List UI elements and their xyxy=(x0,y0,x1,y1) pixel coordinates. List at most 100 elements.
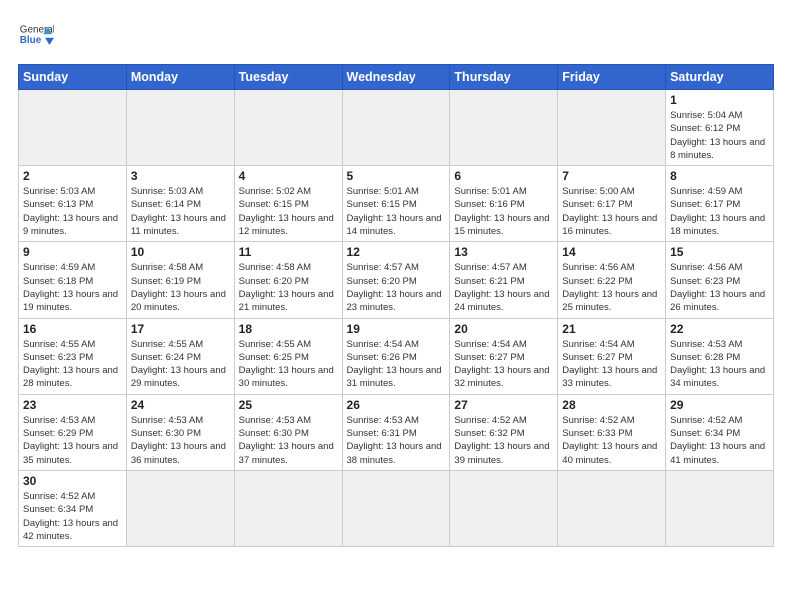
day-info: Sunrise: 5:03 AM Sunset: 6:13 PM Dayligh… xyxy=(23,185,122,238)
day-info: Sunrise: 4:53 AM Sunset: 6:29 PM Dayligh… xyxy=(23,414,122,467)
day-info: Sunrise: 4:59 AM Sunset: 6:17 PM Dayligh… xyxy=(670,185,769,238)
weekday-header-row: SundayMondayTuesdayWednesdayThursdayFrid… xyxy=(19,65,774,90)
day-number: 28 xyxy=(562,398,661,412)
generalblue-logo-icon: General Blue xyxy=(18,18,54,54)
calendar-cell: 19 Sunrise: 4:54 AM Sunset: 6:26 PM Dayli… xyxy=(342,318,450,394)
day-number: 17 xyxy=(131,322,230,336)
calendar-cell: 3 Sunrise: 5:03 AM Sunset: 6:14 PM Daylig… xyxy=(126,166,234,242)
day-number: 16 xyxy=(23,322,122,336)
day-number: 9 xyxy=(23,245,122,259)
day-number: 12 xyxy=(347,245,446,259)
day-info: Sunrise: 4:58 AM Sunset: 6:19 PM Dayligh… xyxy=(131,261,230,314)
calendar-week-row: 1 Sunrise: 5:04 AM Sunset: 6:12 PM Daylig… xyxy=(19,90,774,166)
calendar-cell: 10 Sunrise: 4:58 AM Sunset: 6:19 PM Dayli… xyxy=(126,242,234,318)
calendar-cell: 29 Sunrise: 4:52 AM Sunset: 6:34 PM Dayli… xyxy=(666,394,774,470)
calendar-cell xyxy=(558,470,666,546)
day-info: Sunrise: 4:53 AM Sunset: 6:31 PM Dayligh… xyxy=(347,414,446,467)
day-info: Sunrise: 4:58 AM Sunset: 6:20 PM Dayligh… xyxy=(239,261,338,314)
weekday-header-saturday: Saturday xyxy=(666,65,774,90)
calendar-table: SundayMondayTuesdayWednesdayThursdayFrid… xyxy=(18,64,774,547)
weekday-header-tuesday: Tuesday xyxy=(234,65,342,90)
calendar-week-row: 16 Sunrise: 4:55 AM Sunset: 6:23 PM Dayli… xyxy=(19,318,774,394)
calendar-cell: 4 Sunrise: 5:02 AM Sunset: 6:15 PM Daylig… xyxy=(234,166,342,242)
calendar-week-row: 2 Sunrise: 5:03 AM Sunset: 6:13 PM Daylig… xyxy=(19,166,774,242)
calendar-cell xyxy=(234,90,342,166)
day-number: 11 xyxy=(239,245,338,259)
calendar-cell xyxy=(558,90,666,166)
day-info: Sunrise: 5:02 AM Sunset: 6:15 PM Dayligh… xyxy=(239,185,338,238)
day-number: 25 xyxy=(239,398,338,412)
calendar-cell: 11 Sunrise: 4:58 AM Sunset: 6:20 PM Dayli… xyxy=(234,242,342,318)
day-info: Sunrise: 4:54 AM Sunset: 6:26 PM Dayligh… xyxy=(347,338,446,391)
day-number: 2 xyxy=(23,169,122,183)
calendar-cell xyxy=(126,470,234,546)
weekday-header-wednesday: Wednesday xyxy=(342,65,450,90)
weekday-header-monday: Monday xyxy=(126,65,234,90)
calendar-cell xyxy=(342,470,450,546)
day-info: Sunrise: 4:57 AM Sunset: 6:20 PM Dayligh… xyxy=(347,261,446,314)
day-info: Sunrise: 4:52 AM Sunset: 6:34 PM Dayligh… xyxy=(670,414,769,467)
calendar-cell xyxy=(19,90,127,166)
day-info: Sunrise: 4:53 AM Sunset: 6:28 PM Dayligh… xyxy=(670,338,769,391)
day-info: Sunrise: 4:55 AM Sunset: 6:23 PM Dayligh… xyxy=(23,338,122,391)
calendar-cell: 6Sunrise: 5:01 AM Sunset: 6:16 PM Daylig… xyxy=(450,166,558,242)
day-number: 27 xyxy=(454,398,553,412)
calendar-cell: 2 Sunrise: 5:03 AM Sunset: 6:13 PM Daylig… xyxy=(19,166,127,242)
calendar-week-row: 23Sunrise: 4:53 AM Sunset: 6:29 PM Dayli… xyxy=(19,394,774,470)
day-info: Sunrise: 4:52 AM Sunset: 6:32 PM Dayligh… xyxy=(454,414,553,467)
weekday-header-thursday: Thursday xyxy=(450,65,558,90)
weekday-header-sunday: Sunday xyxy=(19,65,127,90)
calendar-cell: 7Sunrise: 5:00 AM Sunset: 6:17 PM Daylig… xyxy=(558,166,666,242)
day-number: 6 xyxy=(454,169,553,183)
day-info: Sunrise: 4:55 AM Sunset: 6:25 PM Dayligh… xyxy=(239,338,338,391)
day-number: 1 xyxy=(670,93,769,107)
calendar-cell: 23Sunrise: 4:53 AM Sunset: 6:29 PM Dayli… xyxy=(19,394,127,470)
calendar-week-row: 9 Sunrise: 4:59 AM Sunset: 6:18 PM Daylig… xyxy=(19,242,774,318)
calendar-cell: 28 Sunrise: 4:52 AM Sunset: 6:33 PM Dayli… xyxy=(558,394,666,470)
day-info: Sunrise: 5:01 AM Sunset: 6:15 PM Dayligh… xyxy=(347,185,446,238)
calendar-cell: 12 Sunrise: 4:57 AM Sunset: 6:20 PM Dayli… xyxy=(342,242,450,318)
day-info: Sunrise: 5:04 AM Sunset: 6:12 PM Dayligh… xyxy=(670,109,769,162)
day-number: 7 xyxy=(562,169,661,183)
day-number: 14 xyxy=(562,245,661,259)
day-number: 4 xyxy=(239,169,338,183)
calendar-week-row: 30Sunrise: 4:52 AM Sunset: 6:34 PM Dayli… xyxy=(19,470,774,546)
day-number: 13 xyxy=(454,245,553,259)
day-number: 30 xyxy=(23,474,122,488)
calendar-cell: 17 Sunrise: 4:55 AM Sunset: 6:24 PM Dayli… xyxy=(126,318,234,394)
day-info: Sunrise: 4:54 AM Sunset: 6:27 PM Dayligh… xyxy=(562,338,661,391)
day-number: 29 xyxy=(670,398,769,412)
calendar-cell xyxy=(450,470,558,546)
calendar-cell xyxy=(234,470,342,546)
calendar-cell: 1 Sunrise: 5:04 AM Sunset: 6:12 PM Daylig… xyxy=(666,90,774,166)
day-info: Sunrise: 4:56 AM Sunset: 6:23 PM Dayligh… xyxy=(670,261,769,314)
day-number: 18 xyxy=(239,322,338,336)
day-number: 21 xyxy=(562,322,661,336)
calendar-cell: 9 Sunrise: 4:59 AM Sunset: 6:18 PM Daylig… xyxy=(19,242,127,318)
day-info: Sunrise: 4:53 AM Sunset: 6:30 PM Dayligh… xyxy=(239,414,338,467)
page: General Blue SundayMondayTuesdayWednesda… xyxy=(0,0,792,557)
calendar-cell xyxy=(342,90,450,166)
day-info: Sunrise: 4:59 AM Sunset: 6:18 PM Dayligh… xyxy=(23,261,122,314)
day-number: 8 xyxy=(670,169,769,183)
logo: General Blue xyxy=(18,18,54,54)
day-info: Sunrise: 5:03 AM Sunset: 6:14 PM Dayligh… xyxy=(131,185,230,238)
calendar-cell xyxy=(126,90,234,166)
header: General Blue xyxy=(18,18,774,54)
calendar-cell: 13Sunrise: 4:57 AM Sunset: 6:21 PM Dayli… xyxy=(450,242,558,318)
calendar-cell: 26Sunrise: 4:53 AM Sunset: 6:31 PM Dayli… xyxy=(342,394,450,470)
day-number: 24 xyxy=(131,398,230,412)
calendar-cell: 21 Sunrise: 4:54 AM Sunset: 6:27 PM Dayli… xyxy=(558,318,666,394)
calendar-cell: 22Sunrise: 4:53 AM Sunset: 6:28 PM Dayli… xyxy=(666,318,774,394)
day-number: 10 xyxy=(131,245,230,259)
svg-text:Blue: Blue xyxy=(20,35,42,46)
day-info: Sunrise: 4:52 AM Sunset: 6:33 PM Dayligh… xyxy=(562,414,661,467)
day-number: 3 xyxy=(131,169,230,183)
calendar-cell: 25 Sunrise: 4:53 AM Sunset: 6:30 PM Dayli… xyxy=(234,394,342,470)
calendar-cell: 18 Sunrise: 4:55 AM Sunset: 6:25 PM Dayli… xyxy=(234,318,342,394)
calendar-cell xyxy=(450,90,558,166)
day-info: Sunrise: 4:55 AM Sunset: 6:24 PM Dayligh… xyxy=(131,338,230,391)
calendar-cell: 30Sunrise: 4:52 AM Sunset: 6:34 PM Dayli… xyxy=(19,470,127,546)
calendar-cell: 5Sunrise: 5:01 AM Sunset: 6:15 PM Daylig… xyxy=(342,166,450,242)
day-number: 19 xyxy=(347,322,446,336)
